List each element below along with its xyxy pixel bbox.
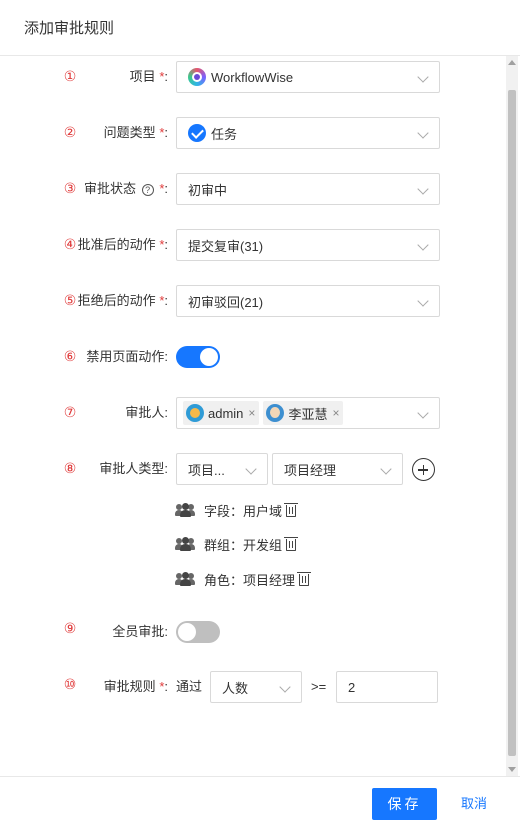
trash-icon[interactable]	[284, 537, 299, 551]
approval-rule-dialog: 添加审批规则 ① 项目 *: WorkflowWise ② 问题类型 *: 任务	[0, 0, 520, 829]
chevron-down-icon	[380, 463, 392, 475]
step-number: ⑨	[63, 620, 77, 636]
chevron-down-icon	[245, 463, 257, 475]
reject-action-select[interactable]: 初审驳回(21)	[176, 285, 440, 317]
approval-rule-row: ⑩ 审批规则 *: 通过 人数 >= 2	[0, 671, 500, 703]
approve-action-select[interactable]: 提交复审(31)	[176, 229, 440, 261]
chevron-down-icon	[417, 295, 429, 307]
chevron-down-icon	[417, 127, 429, 139]
scrollbar-thumb[interactable]	[508, 90, 516, 756]
approvers-row: ⑦ 审批人: admin × 李亚慧 ×	[0, 397, 500, 429]
approver-tag: 李亚慧 ×	[263, 401, 344, 425]
step-number: ⑦	[63, 404, 77, 420]
avatar	[266, 404, 285, 422]
save-button[interactable]: 保存	[372, 788, 437, 820]
all-approve-label: 全员审批:	[112, 624, 168, 639]
project-label: 项目 *:	[129, 69, 168, 84]
dialog-body: ① 项目 *: WorkflowWise ② 问题类型 *: 任务 ③ 审批状态…	[0, 56, 520, 776]
chevron-down-icon	[417, 183, 429, 195]
disable-page-action-row: ⑥ 禁用页面动作:	[0, 341, 500, 373]
chevron-down-icon	[417, 407, 429, 419]
add-approver-type-icon[interactable]	[412, 458, 435, 481]
close-icon[interactable]: ×	[248, 406, 255, 420]
issue-type-label: 问题类型 *:	[103, 125, 168, 140]
toggle-knob	[200, 348, 218, 366]
approver-type-select[interactable]: 项目...	[176, 453, 268, 485]
assignee-item: 字段：用户域	[175, 500, 299, 520]
approver-type-label: 审批人类型:	[99, 461, 168, 476]
rule-prefix: 通过	[176, 679, 203, 694]
close-icon[interactable]: ×	[332, 406, 339, 420]
disable-page-action-toggle[interactable]	[176, 346, 220, 368]
dialog-header: 添加审批规则	[0, 0, 520, 56]
all-approve-row: ⑨ 全员审批:	[0, 616, 500, 648]
rule-count-input[interactable]: 2	[336, 671, 438, 703]
toggle-knob	[178, 623, 196, 641]
step-number: ⑧	[63, 460, 77, 476]
trash-icon[interactable]	[284, 503, 299, 517]
step-number: ①	[63, 68, 77, 84]
dialog-title: 添加审批规则	[24, 20, 115, 37]
scroll-down-icon[interactable]	[508, 767, 516, 772]
approval-status-label: 审批状态 ? *:	[84, 181, 168, 196]
step-number: ②	[63, 124, 77, 140]
project-logo-icon	[188, 68, 206, 86]
approval-rule-label: 审批规则 *:	[103, 679, 168, 694]
group-icon	[175, 503, 196, 517]
chevron-down-icon	[417, 71, 429, 83]
group-icon	[175, 572, 196, 586]
dialog-footer: 保存 取消	[0, 776, 520, 829]
approval-status-row: ③ 审批状态 ? *: 初审中	[0, 173, 500, 205]
project-row: ① 项目 *: WorkflowWise	[0, 61, 500, 93]
scrollbar[interactable]	[506, 56, 518, 776]
chevron-down-icon	[279, 681, 291, 693]
assignee-item: 群组：开发组	[175, 534, 299, 554]
step-number: ⑩	[63, 676, 77, 692]
approval-status-select[interactable]: 初审中	[176, 173, 440, 205]
approve-action-label: 批准后的动作 *:	[77, 237, 168, 252]
all-approve-toggle[interactable]	[176, 621, 220, 643]
approvers-select[interactable]: admin × 李亚慧 ×	[176, 397, 440, 429]
cancel-button[interactable]: 取消	[450, 788, 498, 820]
task-check-icon	[188, 124, 206, 142]
reject-action-row: ⑤ 拒绝后的动作 *: 初审驳回(21)	[0, 285, 500, 317]
avatar	[186, 404, 204, 422]
chevron-down-icon	[417, 239, 429, 251]
reject-action-label: 拒绝后的动作 *:	[77, 293, 168, 308]
help-icon[interactable]: ?	[141, 184, 154, 196]
issue-type-row: ② 问题类型 *: 任务	[0, 117, 500, 149]
project-select[interactable]: WorkflowWise	[176, 61, 440, 93]
approve-action-row: ④ 批准后的动作 *: 提交复审(31)	[0, 229, 500, 261]
disable-page-action-label: 禁用页面动作:	[86, 349, 168, 364]
rule-operator: >=	[311, 679, 327, 694]
assignee-item: 角色：项目经理	[175, 569, 312, 589]
approver-tag: admin ×	[183, 401, 260, 425]
rule-mode-select[interactable]: 人数	[210, 671, 302, 703]
scroll-up-icon[interactable]	[508, 60, 516, 65]
approver-value-select[interactable]: 项目经理	[272, 453, 403, 485]
issue-type-select[interactable]: 任务	[176, 117, 440, 149]
trash-icon[interactable]	[297, 572, 312, 586]
approvers-label: 审批人:	[125, 405, 168, 420]
approver-type-row: ⑧ 审批人类型: 项目... 项目经理	[0, 453, 500, 485]
group-icon	[175, 537, 196, 551]
